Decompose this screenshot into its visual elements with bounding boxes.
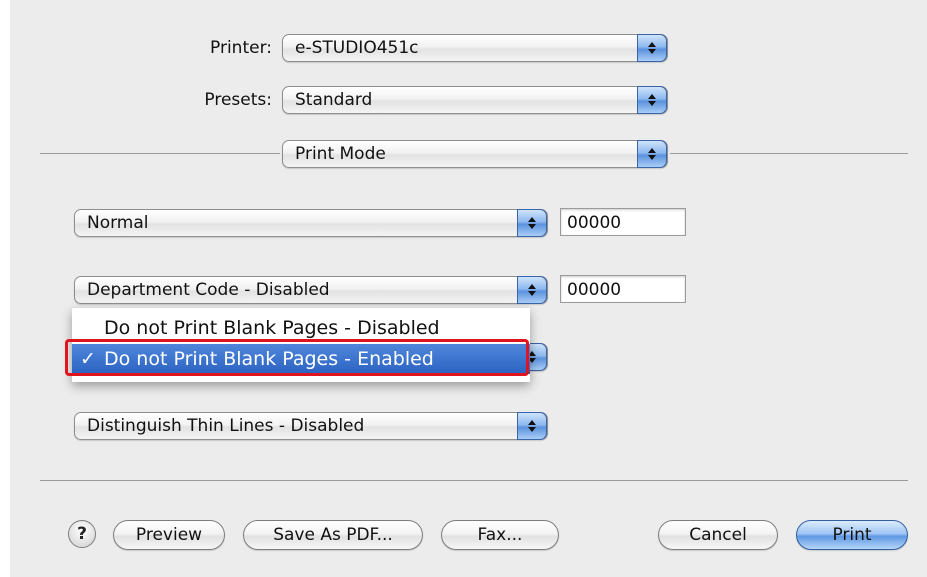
thin-lines-value: Distinguish Thin Lines - Disabled	[87, 416, 365, 436]
department-code-value: 00000	[567, 280, 622, 300]
popup-arrows-icon	[637, 34, 667, 62]
popup-arrows-icon	[517, 209, 547, 237]
thin-lines-popup[interactable]: Distinguish Thin Lines - Disabled	[74, 412, 548, 440]
mode-code-field[interactable]: 00000	[560, 208, 686, 236]
mode-popup[interactable]: Normal	[74, 209, 548, 237]
preview-button[interactable]: Preview	[113, 520, 225, 550]
cancel-button[interactable]: Cancel	[658, 520, 778, 550]
annotation-highlight-box	[65, 339, 529, 376]
printer-value: e-STUDIO451c	[295, 38, 419, 58]
popup-arrows-icon	[517, 276, 547, 304]
printer-popup[interactable]: e-STUDIO451c	[282, 34, 668, 62]
presets-label: Presets:	[204, 90, 272, 110]
presets-popup[interactable]: Standard	[282, 86, 668, 114]
popup-arrows-icon	[637, 86, 667, 114]
presets-value: Standard	[295, 90, 373, 110]
section-divider-right	[670, 153, 908, 154]
section-popup[interactable]: Print Mode	[282, 140, 668, 168]
popup-arrows-icon	[637, 140, 667, 168]
help-button[interactable]: ?	[68, 520, 96, 548]
department-popup[interactable]: Department Code - Disabled	[74, 276, 548, 304]
popup-arrows-icon	[517, 412, 547, 440]
save-as-pdf-button[interactable]: Save As PDF...	[243, 520, 423, 550]
printer-label: Printer:	[210, 38, 272, 58]
department-value: Department Code - Disabled	[87, 280, 330, 300]
fax-button[interactable]: Fax...	[441, 520, 559, 550]
mode-code-value: 00000	[567, 213, 622, 233]
mode-value: Normal	[87, 213, 149, 233]
print-button[interactable]: Print	[796, 520, 908, 550]
department-code-field[interactable]: 00000	[560, 275, 686, 303]
bottom-divider	[40, 480, 908, 481]
section-divider-left	[40, 153, 280, 154]
section-value: Print Mode	[295, 144, 386, 164]
